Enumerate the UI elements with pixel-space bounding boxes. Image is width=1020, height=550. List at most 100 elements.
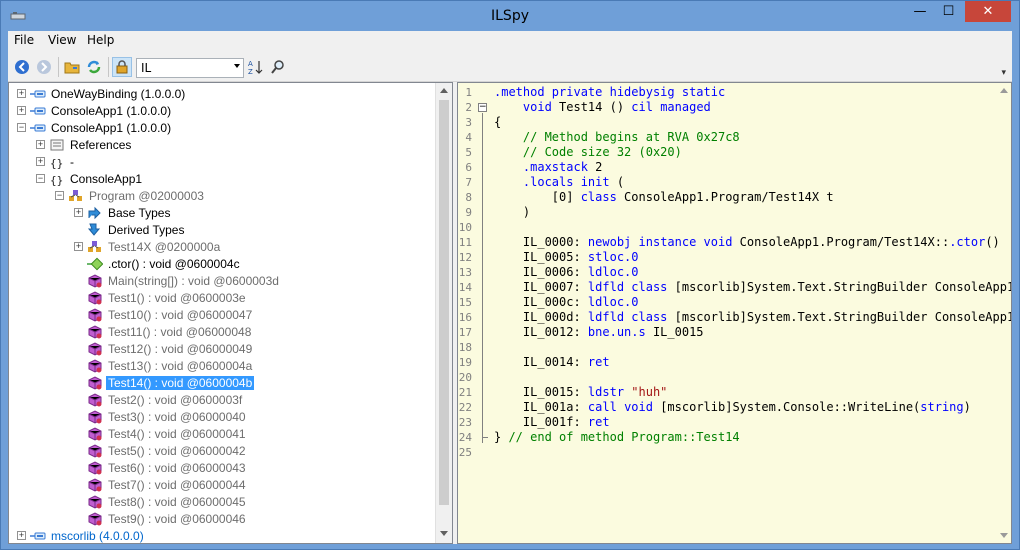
code-line[interactable]: IL_001a: call void [mscorlib]System.Cons… [494,400,971,415]
scroll-up-icon[interactable] [1000,88,1008,93]
scroll-down-icon[interactable] [440,531,448,536]
code-line[interactable]: // Code size 32 (0x20) [494,145,682,160]
tree-node[interactable]: Test4() : void @06000041 [87,425,248,442]
expand-icon[interactable]: + [17,89,26,98]
reload-button[interactable] [84,57,104,77]
maximize-button[interactable]: ☐ [935,1,962,22]
tree-node-label: Test6() : void @06000043 [108,460,246,475]
tree-node[interactable]: + mscorlib (4.0.0.0) [17,527,146,543]
tree-node[interactable]: Derived Types [87,221,186,238]
back-button[interactable] [12,57,32,77]
code-line[interactable]: .locals init ( [494,175,624,190]
tree-node[interactable]: + Base Types [74,204,172,221]
assembly-icon [30,87,46,101]
expand-icon[interactable]: + [36,140,45,149]
expand-icon[interactable]: + [17,531,26,540]
code-token: [0] [494,190,581,204]
line-number: 24 [458,431,472,444]
tree-node[interactable]: Test11() : void @06000048 [87,323,253,340]
code-token: // end of method Program::Test14 [508,430,740,444]
close-button[interactable]: ✕ [965,1,1011,22]
tree-node[interactable]: Test7() : void @06000044 [87,476,248,493]
collapse-icon[interactable]: − [55,191,64,200]
expand-icon[interactable]: + [74,242,83,251]
show-internal-button[interactable] [112,57,132,77]
minimize-button[interactable]: — [907,1,933,22]
tree-node[interactable]: Test9() : void @06000046 [87,510,248,527]
line-number: 9 [465,206,472,219]
code-line[interactable]: // Method begins at RVA 0x27c8 [494,130,740,145]
code-line[interactable]: IL_0006: ldloc.0 [494,265,639,280]
expand-icon[interactable]: + [36,157,45,166]
tree-node[interactable]: Test14() : void @0600004b [87,374,255,391]
tree-node[interactable]: Test5() : void @06000042 [87,442,248,459]
tree-node-label: Test14X @0200000a [108,239,221,254]
code-line[interactable]: ) [494,205,530,220]
tree-node[interactable]: Test8() : void @06000045 [87,493,248,510]
toolbar-overflow-icon[interactable]: ▾ [1001,68,1006,78]
code-line[interactable]: { [494,115,501,130]
tree-node[interactable]: + References [36,136,133,153]
code-view[interactable]: 1 .method private hidebysig static 2 void … [457,82,1012,544]
tree-node[interactable]: + {} - [36,153,76,170]
derived-types-icon [87,223,103,237]
tree-node[interactable]: Test10() : void @06000047 [87,306,254,323]
code-line[interactable]: IL_0014: ret [494,355,610,370]
expand-icon[interactable]: + [74,208,83,217]
class-icon [68,189,84,203]
tree-node[interactable]: Test12() : void @06000049 [87,340,254,357]
method-icon [87,375,103,390]
tree-node[interactable]: Test13() : void @0600004a [87,357,254,374]
assembly-icon [30,121,46,135]
code-line[interactable]: IL_000d: ldfld class [mscorlib]System.Te… [494,310,1011,325]
search-button[interactable] [268,57,288,77]
tree-node[interactable]: + OneWayBinding (1.0.0.0) [17,85,187,102]
tree-node[interactable]: − Program @02000003 [55,187,206,204]
sort-button[interactable]: AZ [246,57,266,77]
title-bar[interactable]: ILSpy — ☐ ✕ [1,1,1019,31]
scroll-down-icon[interactable] [1000,533,1008,538]
menu-file[interactable]: File [14,33,34,47]
code-line[interactable]: [0] class ConsoleApp1.Program/Test14X t [494,190,834,205]
collapse-icon[interactable]: − [17,123,26,132]
menu-view[interactable]: View [48,33,76,47]
tree-node[interactable]: Test2() : void @0600003f [87,391,244,408]
code-token: .method private hidebysig static [494,85,726,99]
code-line[interactable]: IL_000c: ldloc.0 [494,295,639,310]
open-button[interactable] [62,57,82,77]
tree-node[interactable]: + Test14X @0200000a [74,238,222,255]
tree-node[interactable]: Main(string[]) : void @0600003d [87,272,281,289]
code-line[interactable]: } // end of method Program::Test14 [494,430,740,445]
scroll-up-icon[interactable] [440,88,448,93]
code-line[interactable]: .method private hidebysig static [494,85,725,100]
code-line[interactable]: IL_0007: ldfld class [mscorlib]System.Te… [494,280,1011,295]
code-line[interactable]: IL_0012: bne.un.s IL_0015 [494,325,704,340]
tree-node[interactable]: Test3() : void @06000040 [87,408,248,425]
tree-node[interactable]: − ConsoleApp1 (1.0.0.0) [17,119,173,136]
tree-node[interactable]: Test6() : void @06000043 [87,459,248,476]
fold-collapse-icon[interactable]: − [478,103,487,112]
tree-node[interactable]: −{} ConsoleApp1 [36,170,144,187]
tree-vertical-scrollbar[interactable] [435,83,452,543]
code-line[interactable]: IL_001f: ret [494,415,610,430]
tree-node[interactable]: Test1() : void @0600003e [87,289,248,306]
code-line[interactable]: IL_0015: ldstr "huh" [494,385,668,400]
forward-button[interactable] [34,57,54,77]
tree-node[interactable]: .ctor() : void @0600004c [87,255,242,272]
tree-node[interactable]: + ConsoleApp1 (1.0.0.0) [17,102,173,119]
language-select[interactable]: IL [136,58,244,78]
tree-node-label: Test9() : void @06000046 [108,511,246,526]
code-line[interactable]: IL_0000: newobj instance void ConsoleApp… [494,235,1000,250]
svg-text:Z: Z [248,68,253,75]
collapse-icon[interactable]: − [36,174,45,183]
assembly-tree[interactable]: + OneWayBinding (1.0.0.0) + ConsoleApp1 (1.… [8,82,453,544]
code-line[interactable]: void Test14 () cil managed [494,100,711,115]
code-token: ldloc.0 [587,265,639,279]
expand-icon[interactable]: + [17,106,26,115]
code-line[interactable]: .maxstack 2 [494,160,602,175]
code-line[interactable]: IL_0005: stloc.0 [494,250,639,265]
menu-help[interactable]: Help [87,33,114,47]
code-token: stloc.0 [587,250,639,264]
method-icon [87,477,103,492]
scroll-thumb[interactable] [439,100,449,505]
